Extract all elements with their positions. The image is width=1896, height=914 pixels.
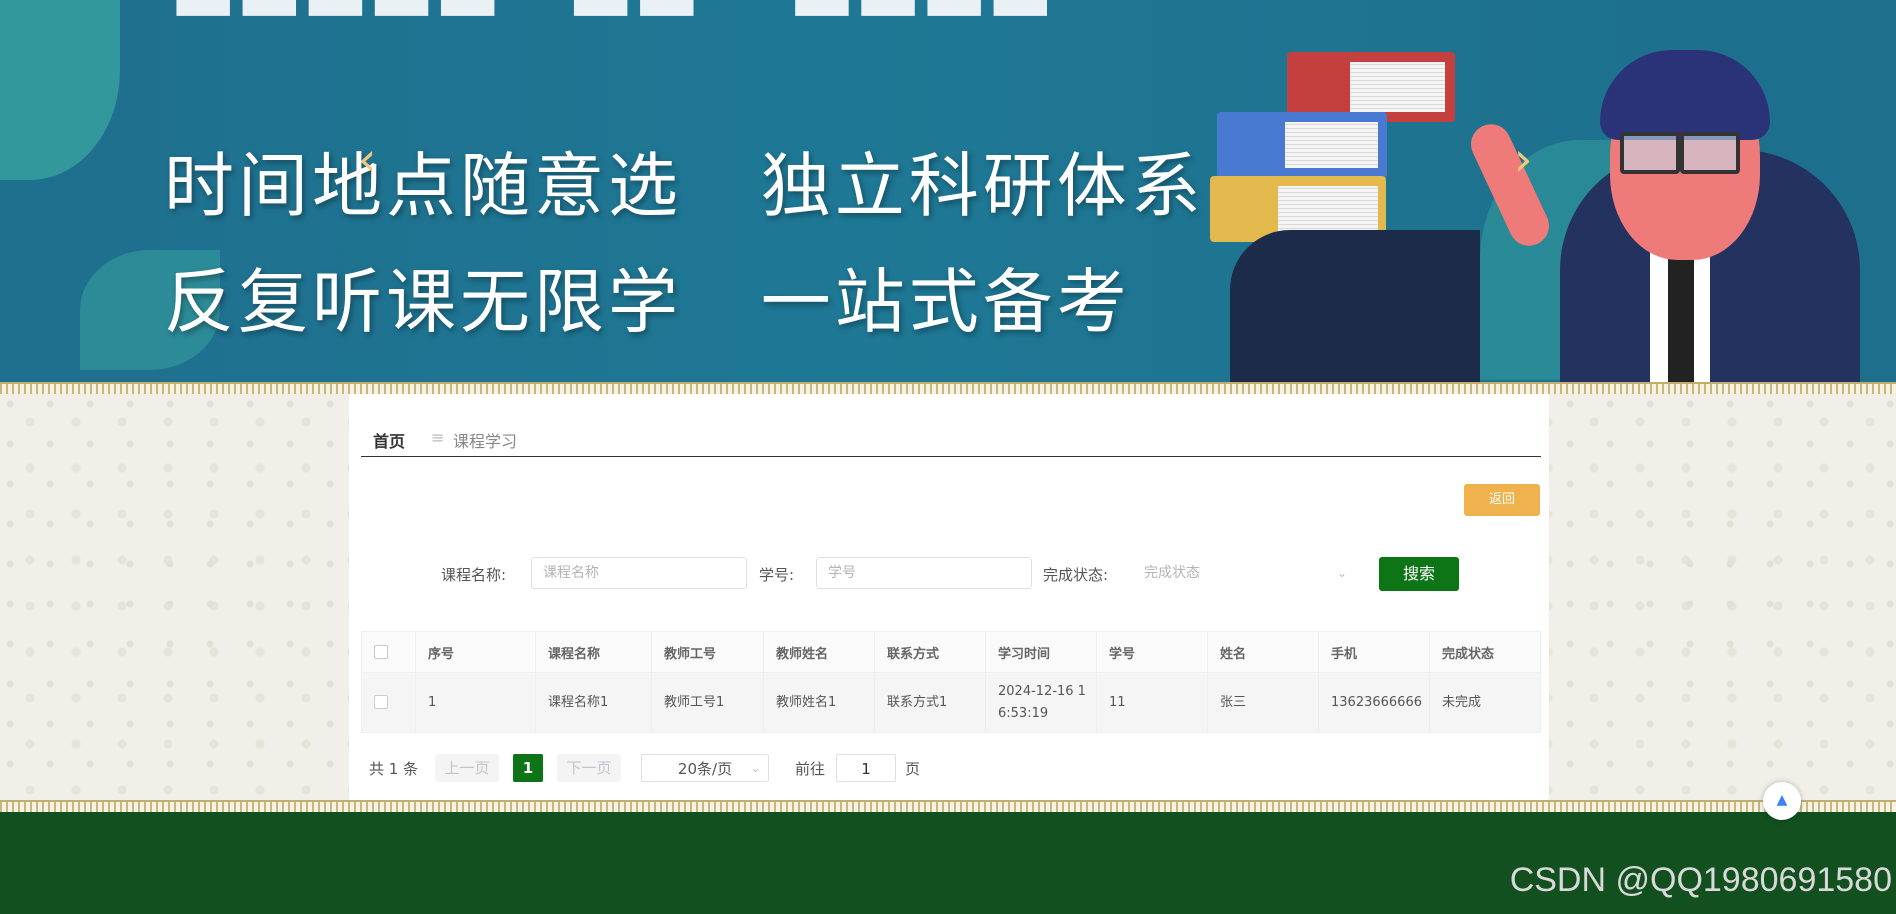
- breadcrumb-home[interactable]: 首页: [373, 428, 405, 452]
- book-pages: [1350, 62, 1445, 112]
- table-cell: 张三: [1207, 672, 1319, 733]
- caret-up-icon: ▲: [1776, 792, 1788, 808]
- watermark: CSDN @QQ1980691580: [1509, 861, 1892, 899]
- footer: CSDN @QQ1980691580: [0, 812, 1896, 914]
- chevron-down-icon: ⌄: [750, 762, 760, 775]
- carousel-prev-button[interactable]: ‹: [358, 136, 376, 182]
- page-size-select[interactable]: 20条/页 ⌄: [641, 754, 769, 782]
- column-header: 学号: [1096, 631, 1208, 673]
- hair-illustration: [1600, 50, 1770, 140]
- table-cell: 2024-12-16 16:53:19: [985, 672, 1097, 733]
- chevron-down-icon: ⌄: [1336, 566, 1347, 580]
- table-cell: 未完成: [1429, 672, 1541, 733]
- student-id-input[interactable]: 学号: [816, 557, 1032, 589]
- book-pages: [1285, 122, 1378, 168]
- chevron-right-icon: ›: [1514, 132, 1533, 186]
- glasses-icon: [1680, 132, 1740, 174]
- banner-text-cutoff: ▬▬▬▬▬ ▬▬ ▬▬▬▬: [170, 0, 1053, 38]
- leaf-decoration: [0, 0, 120, 180]
- table-cell: 1: [415, 672, 536, 733]
- page-suffix-label: 页: [905, 760, 921, 778]
- row-select-cell[interactable]: [361, 672, 416, 733]
- prev-page-button[interactable]: 上一页: [435, 754, 499, 782]
- pagination-total: 共 1 条: [369, 760, 419, 778]
- chevron-left-icon: ‹: [358, 132, 377, 186]
- table-header-row: 序号 课程名称 教师工号 教师姓名 联系方式 学习时间 学号 姓名 手机 完成状…: [361, 631, 1541, 673]
- page-1-button[interactable]: 1: [513, 754, 543, 782]
- column-header: 姓名: [1207, 631, 1319, 673]
- table-cell: 教师工号1: [651, 672, 764, 733]
- course-name-input[interactable]: 课程名称: [531, 557, 747, 589]
- breadcrumb-separator: ≡: [431, 428, 445, 447]
- page-size-value: 20条/页: [677, 760, 733, 778]
- course-name-label: 课程名称:: [441, 566, 507, 584]
- table-cell: 13623666666: [1318, 672, 1430, 733]
- column-header: 教师工号: [651, 631, 764, 673]
- table-cell: 课程名称1: [535, 672, 652, 733]
- carousel-next-button[interactable]: ›: [1514, 136, 1532, 182]
- table-cell: 11: [1096, 672, 1208, 733]
- column-header: 手机: [1318, 631, 1430, 673]
- select-all-checkbox[interactable]: [374, 645, 388, 659]
- column-header: 教师姓名: [763, 631, 875, 673]
- content-panel: 首页 ≡ 课程学习 返回 课程名称: 课程名称 学号: 学号 完成状态: 完成状…: [349, 394, 1549, 802]
- student-id-label: 学号:: [759, 566, 795, 584]
- back-button[interactable]: 返回: [1464, 484, 1540, 516]
- status-label: 完成状态:: [1043, 566, 1109, 584]
- breadcrumb: 首页 ≡ 课程学习: [361, 428, 1541, 457]
- table-cell: 教师姓名1: [763, 672, 875, 733]
- column-header: 序号: [415, 631, 536, 673]
- banner-line-2: 反复听课无限学 一站式备考: [164, 261, 1131, 343]
- goto-page-input[interactable]: 1: [836, 754, 896, 782]
- hero-banner: ▬▬▬▬▬ ▬▬ ▬▬▬▬ 时间地点随意选 独立科研体系 反复听课无限学 一站式…: [0, 0, 1896, 382]
- status-select[interactable]: 完成状态 ⌄: [1132, 557, 1358, 589]
- search-button[interactable]: 搜索: [1379, 557, 1459, 591]
- select-all-cell[interactable]: [361, 631, 416, 673]
- book-pages: [1278, 186, 1378, 232]
- glasses-icon: [1620, 132, 1680, 174]
- column-header: 联系方式: [874, 631, 986, 673]
- table-row[interactable]: 1 课程名称1 教师工号1 教师姓名1 联系方式1 2024-12-16 16:…: [361, 672, 1541, 733]
- course-study-table: 序号 课程名称 教师工号 教师姓名 联系方式 学习时间 学号 姓名 手机 完成状…: [361, 631, 1541, 733]
- column-header: 完成状态: [1429, 631, 1541, 673]
- goto-label: 前往: [795, 760, 826, 778]
- back-to-top-button[interactable]: ▲: [1763, 782, 1801, 820]
- table-cell: 联系方式1: [874, 672, 986, 733]
- banner-line-1: 时间地点随意选 独立科研体系: [164, 145, 1205, 227]
- next-page-button[interactable]: 下一页: [557, 754, 621, 782]
- row-checkbox[interactable]: [374, 695, 388, 709]
- column-header: 课程名称: [535, 631, 652, 673]
- column-header: 学习时间: [985, 631, 1097, 673]
- sleeve-illustration: [1230, 230, 1480, 382]
- breadcrumb-current: 课程学习: [453, 432, 518, 451]
- status-select-value: 完成状态: [1144, 565, 1200, 581]
